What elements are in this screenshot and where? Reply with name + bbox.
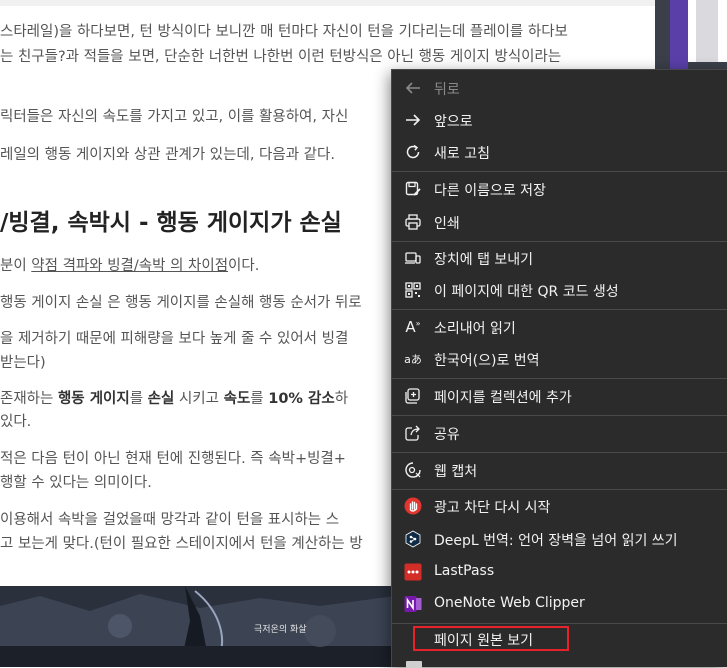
menu-item-print[interactable]: 인쇄	[392, 207, 727, 237]
menu-item-qr-code[interactable]: 이 페이지에 대한 QR 코드 생성	[392, 275, 727, 305]
article-line: 스타레일)을 하다보면, 턴 방식이다 보니깐 매 턴마다 자신이 턴을 기다리…	[0, 24, 568, 40]
menu-item-send-tab[interactable]: 장치에 탭 보내기	[392, 243, 727, 273]
text: 손실	[147, 391, 175, 407]
article-line: 적은 다음 턴이 아닌 현재 턴에 진행된다. 즉 속박+빙결+	[0, 451, 346, 467]
menu-item-translate[interactable]: aあ 한국어(으)로 번역	[392, 344, 727, 374]
context-menu: 뒤로 앞으로 새로 고침 다른 이름으로 저장 인쇄 장치에 탭 보내기 이 페…	[391, 69, 727, 668]
text: 10% 감소	[268, 391, 335, 407]
menu-separator	[392, 171, 727, 172]
onenote-icon	[404, 595, 422, 613]
menu-item-onenote-clipper[interactable]: OneNote Web Clipper	[392, 589, 727, 619]
menu-item-web-capture[interactable]: 웹 캡처	[392, 455, 727, 485]
menu-separator	[392, 489, 727, 490]
menu-item-back[interactable]: 뒤로	[392, 73, 727, 103]
menu-item-add-to-collections[interactable]: 페이지를 컬렉션에 추가	[392, 381, 727, 411]
adblock-hand-icon	[404, 497, 422, 515]
article-line: 을 제거하기 때문에 피해량을 보다 높게 줄 수 있어서 빙결	[0, 331, 349, 347]
article-line: 이용해서 속박을 걸었을때 망각과 같이 턴을 표시하는 스	[0, 512, 340, 528]
game-scene-art	[0, 586, 395, 667]
menu-item-label: 장치에 탭 보내기	[434, 252, 534, 268]
menu-item-label: 인쇄	[434, 216, 460, 232]
page-top-bar	[0, 0, 655, 6]
web-capture-icon	[404, 461, 422, 479]
side-accent-bar	[670, 0, 688, 70]
text: 이다.	[228, 258, 260, 274]
menu-separator	[392, 378, 727, 379]
article-link[interactable]: 약점 격파와 빙결/속박 의 차이점	[31, 258, 228, 274]
article-line: 레일의 행동 게이지와 상관 관계가 있는데, 다음과 같다.	[0, 147, 335, 163]
menu-item-label: OneNote Web Clipper	[434, 595, 585, 611]
qr-code-icon	[404, 281, 422, 299]
article-line: 행할 수 있다는 의미이다.	[0, 475, 152, 491]
text: 행동 게이지	[57, 391, 130, 407]
share-icon	[404, 424, 422, 442]
menu-item-refresh[interactable]: 새로 고침	[392, 137, 727, 167]
text: 를	[129, 391, 148, 407]
refresh-icon	[404, 143, 422, 161]
menu-separator	[392, 415, 727, 416]
menu-separator	[392, 452, 727, 453]
text: 시키고	[174, 391, 224, 407]
section-heading: /빙결, 속박시 - 행동 게이지가 손실	[0, 210, 342, 236]
menu-item-label: LastPass	[434, 563, 495, 579]
article-line: 분이 약점 격파와 빙결/속박 의 차이점이다.	[0, 254, 259, 275]
text: 하	[334, 391, 349, 407]
text: 속도	[223, 391, 251, 407]
menu-item-label: 광고 차단 다시 시작	[434, 500, 551, 516]
lastpass-icon	[404, 563, 422, 581]
translate-icon: aあ	[402, 350, 424, 368]
menu-item-label: 공유	[434, 427, 460, 443]
menu-item-read-aloud[interactable]: A» 소리내어 읽기	[392, 312, 727, 342]
menu-item-label: 소리내어 읽기	[434, 321, 516, 337]
read-aloud-glyph: A	[405, 318, 416, 336]
menu-item-label: DeepL 번역: 언어 장벽을 넘어 읽기 쓰기	[434, 533, 678, 549]
menu-item-share[interactable]: 공유	[392, 418, 727, 448]
menu-item-lastpass[interactable]: LastPass	[392, 557, 727, 587]
menu-item-deepl[interactable]: DeepL 번역: 언어 장벽을 넘어 읽기 쓰기	[392, 524, 727, 554]
text: 분이	[0, 258, 32, 274]
collections-icon	[404, 387, 422, 405]
menu-item-label: 앞으로	[434, 114, 473, 130]
article-line: 존재하는 행동 게이지를 손실 시키고 속도를 10% 감소하	[0, 387, 348, 408]
menu-item-label: 한국어(으)로 번역	[434, 353, 540, 369]
menu-separator	[392, 241, 727, 242]
highlight-box	[413, 626, 569, 651]
menu-separator	[392, 309, 727, 310]
print-icon	[404, 213, 422, 231]
article-line: 릭터들은 자신의 속도를 가지고 있고, 이를 활용하여, 자신	[0, 109, 349, 125]
menu-item-label: 뒤로	[434, 82, 460, 98]
image-caption: 극저온의 화살	[254, 625, 307, 635]
forward-arrow-icon	[404, 111, 422, 129]
menu-item-label: 웹 캡처	[434, 464, 478, 480]
menu-item-label: 새로 고침	[434, 146, 490, 162]
translate-glyph: aあ	[404, 353, 422, 366]
save-as-icon	[404, 180, 422, 198]
back-arrow-icon	[404, 79, 422, 97]
menu-item-save-as[interactable]: 다른 이름으로 저장	[392, 174, 727, 204]
article-line: 는 친구들?과 적들을 보면, 단순한 너한번 나한번 이런 턴방식은 아닌 행…	[0, 49, 562, 65]
menu-item-forward[interactable]: 앞으로	[392, 105, 727, 135]
article-line: 있다.	[0, 414, 32, 430]
send-tab-icon	[404, 249, 422, 267]
menu-item-label: 페이지를 컬렉션에 추가	[434, 390, 572, 406]
menu-item-label: 다른 이름으로 저장	[434, 183, 546, 199]
deepl-icon	[404, 530, 422, 548]
read-aloud-icon: A»	[405, 318, 421, 336]
menu-item-adblock-resume[interactable]: 광고 차단 다시 시작	[392, 491, 727, 521]
game-screenshot-image: 극저온의 화살	[0, 586, 395, 667]
side-scroll-panel	[696, 0, 718, 62]
article-line: 고 보는게 맞다.(턴이 필요한 스테이지에서 턴을 계산하는 방	[0, 536, 363, 552]
menu-item-label: 이 페이지에 대한 QR 코드 생성	[434, 284, 619, 300]
text: 존재하는	[0, 391, 58, 407]
article-line: 행동 게이지 손실 은 행동 게이지를 손실해 행동 순서가 뒤로	[0, 295, 362, 311]
article-line: 받는다)	[0, 355, 46, 371]
text: 를	[250, 391, 269, 407]
